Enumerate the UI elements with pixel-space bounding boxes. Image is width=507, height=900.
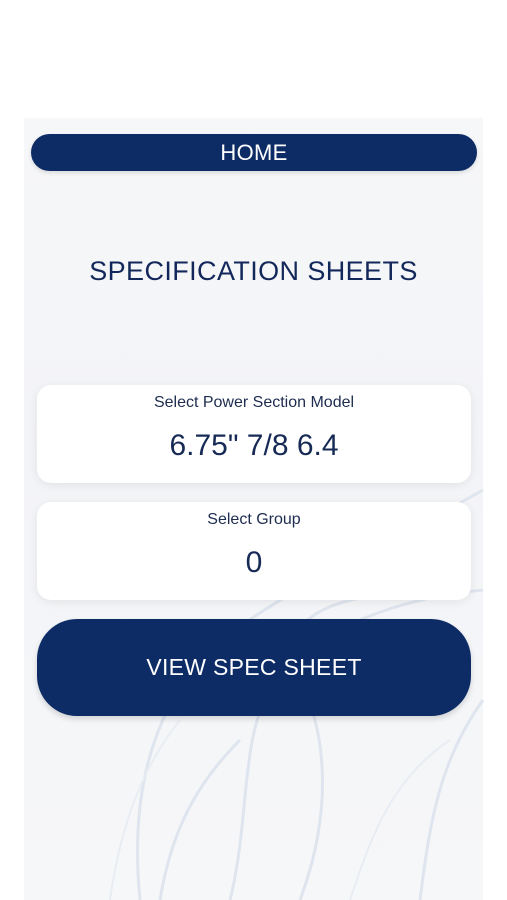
group-label: Select Group <box>207 511 301 528</box>
power-section-model-value: 6.75" 7/8 6.4 <box>169 429 339 462</box>
app-screen: HOME SPECIFICATION SHEETS Select Power S… <box>0 0 507 900</box>
home-button[interactable]: HOME <box>31 134 477 171</box>
power-section-model-selector[interactable]: Select Power Section Model 6.75" 7/8 6.4 <box>37 385 471 483</box>
view-spec-sheet-label: VIEW SPEC SHEET <box>146 654 362 680</box>
group-selector[interactable]: Select Group 0 <box>37 502 471 600</box>
home-button-label: HOME <box>220 139 288 165</box>
view-spec-sheet-button[interactable]: VIEW SPEC SHEET <box>37 619 471 716</box>
page-title: SPECIFICATION SHEETS <box>89 256 418 286</box>
power-section-model-label: Select Power Section Model <box>153 394 355 411</box>
group-value: 0 <box>245 546 263 579</box>
